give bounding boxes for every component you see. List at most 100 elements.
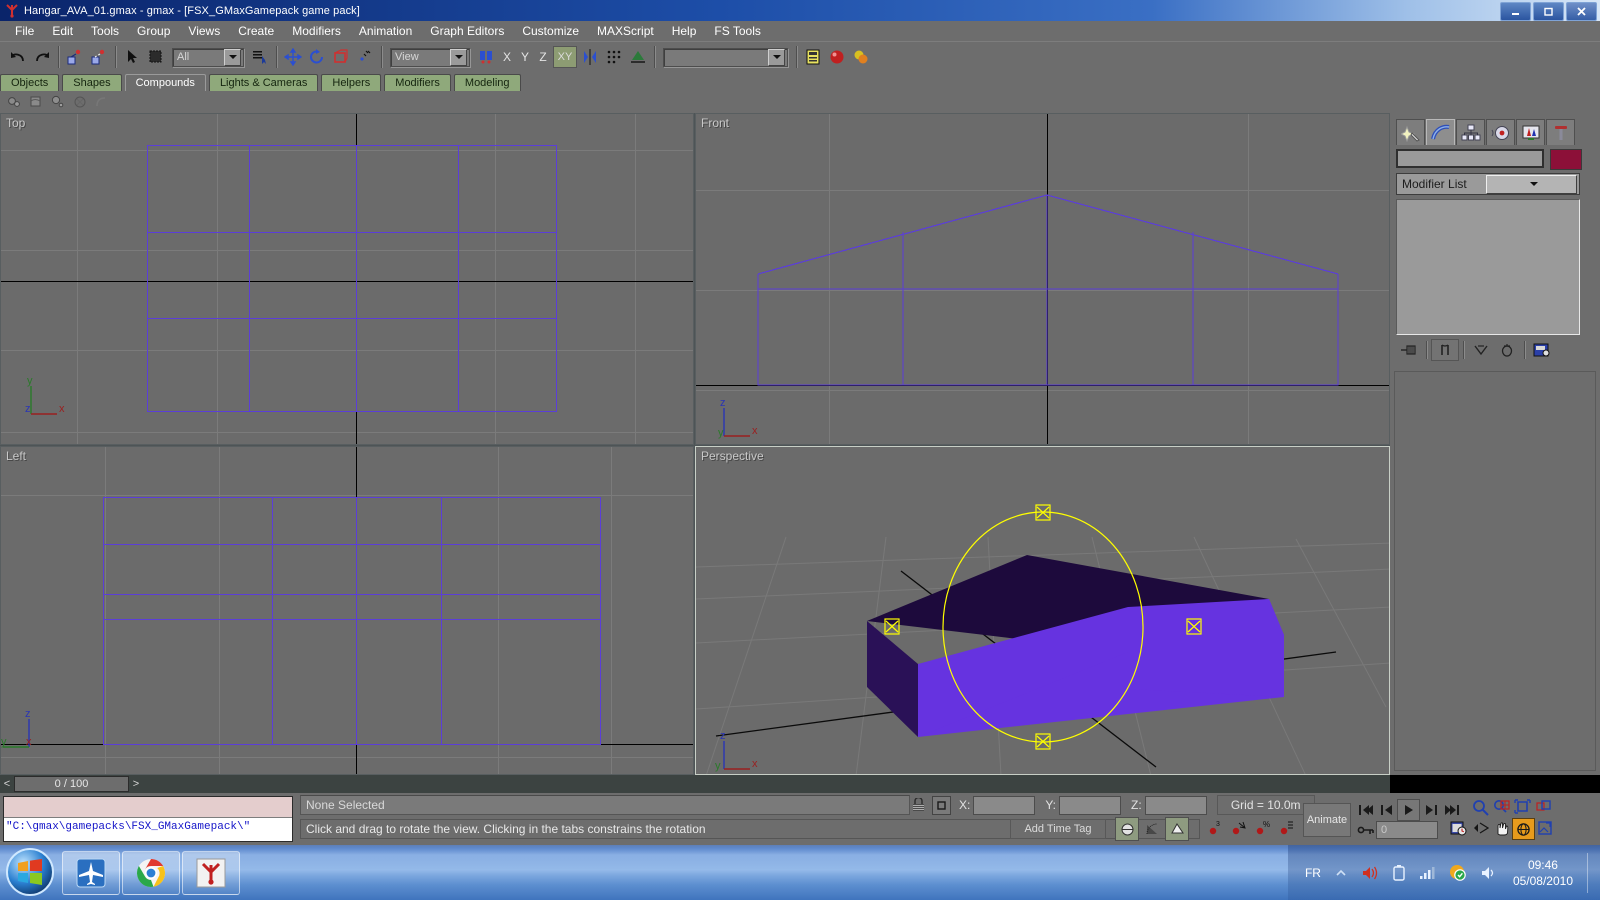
hierarchy-tab-icon[interactable] [1456, 119, 1485, 145]
tab-modeling[interactable]: Modeling [453, 74, 521, 91]
close-button[interactable] [1566, 2, 1597, 21]
security-shield-icon[interactable] [1449, 864, 1466, 881]
snap-toggle-icon[interactable] [1115, 817, 1139, 841]
menu-item-create[interactable]: Create [229, 22, 283, 40]
key-mode-toggle-icon[interactable] [1355, 820, 1376, 840]
zoom-extents-all-icon[interactable] [1533, 797, 1554, 817]
windows-start-orb[interactable] [6, 848, 54, 896]
angle-snap-icon[interactable] [1141, 818, 1163, 840]
use-pivot-point-center-icon[interactable] [354, 46, 376, 68]
percent-snap-icon[interactable] [1165, 817, 1189, 841]
scatter-icon[interactable] [48, 93, 68, 111]
named-selection-sets-combo[interactable] [663, 47, 788, 67]
create-tab-icon[interactable] [1396, 119, 1425, 145]
chevron-down-icon[interactable] [768, 48, 785, 66]
utilities-tab-icon[interactable] [1546, 119, 1575, 145]
pin-stack-icon[interactable] [1396, 340, 1422, 360]
undo-icon[interactable] [7, 46, 29, 68]
next-frame-icon[interactable] [1420, 800, 1441, 820]
time-slider-prev-button[interactable]: < [0, 776, 14, 792]
maxscript-mini-listener[interactable]: "C:\gmax\gamepacks\FSX_GMaxGamepack\" [3, 796, 293, 842]
menu-item-fs-tools[interactable]: FS Tools [705, 22, 769, 40]
select-region-icon[interactable] [145, 46, 167, 68]
make-unique-icon[interactable] [1468, 340, 1494, 360]
menu-item-animation[interactable]: Animation [350, 22, 421, 40]
min-max-toggle-icon[interactable] [1535, 818, 1556, 838]
select-and-link-icon[interactable] [64, 46, 86, 68]
time-slider[interactable]: < 0 / 100 > [0, 775, 1390, 793]
taskbar-item-gmax[interactable] [182, 851, 240, 895]
menu-item-edit[interactable]: Edit [43, 22, 82, 40]
restrict-to-z-button[interactable]: Z [534, 50, 552, 64]
tab-modifiers[interactable]: Modifiers [384, 74, 451, 91]
time-slider-thumb[interactable]: 0 / 100 [14, 776, 129, 792]
show-desktop-button[interactable] [1587, 852, 1598, 893]
mirror-selection-icon[interactable] [1227, 817, 1251, 839]
maximize-button[interactable] [1533, 2, 1564, 21]
remove-modifier-icon[interactable] [1494, 340, 1520, 360]
previous-frame-icon[interactable] [1376, 800, 1397, 820]
select-by-name-icon[interactable] [249, 46, 271, 68]
spinner-selection-icon[interactable] [1275, 817, 1299, 839]
battery-icon[interactable] [1393, 864, 1405, 881]
unlink-selection-icon[interactable] [88, 46, 110, 68]
time-configuration-icon[interactable] [1448, 818, 1469, 838]
viewport-left[interactable]: Left z y x [0, 446, 694, 775]
align-icon[interactable] [627, 46, 649, 68]
mirror-icon[interactable] [579, 46, 601, 68]
use-pivot-point-center-dropdown-icon[interactable] [475, 46, 497, 68]
speaker-icon[interactable] [1480, 865, 1496, 881]
tray-language[interactable]: FR [1305, 866, 1321, 880]
show-end-result-icon[interactable] [1431, 339, 1459, 361]
volume-red-icon[interactable] [1361, 865, 1379, 881]
taskbar-item-flight-simulator[interactable] [62, 851, 120, 895]
menu-item-group[interactable]: Group [128, 22, 179, 40]
restrict-to-y-button[interactable]: Y [516, 50, 534, 64]
percent-selection-icon[interactable]: % [1251, 817, 1275, 839]
absolute-relative-toggle-icon[interactable] [932, 795, 951, 815]
configure-sets-icon[interactable] [1529, 340, 1555, 360]
selection-lock-icon[interactable] [910, 796, 926, 814]
zoom-extents-icon[interactable] [1512, 797, 1533, 817]
menu-item-tools[interactable]: Tools [82, 22, 128, 40]
modifier-stack-list[interactable] [1396, 199, 1580, 335]
menu-item-views[interactable]: Views [179, 22, 229, 40]
listener-input-pane[interactable] [4, 797, 292, 818]
selection-filter-combo[interactable]: All [172, 47, 244, 67]
redo-icon[interactable] [31, 46, 53, 68]
animate-toggle-button[interactable]: Animate [1303, 803, 1351, 837]
object-name-field[interactable] [1396, 149, 1544, 168]
select-and-move-icon[interactable] [282, 46, 304, 68]
modify-tab-icon[interactable] [1426, 119, 1455, 145]
arc-rotate-icon[interactable] [1512, 818, 1535, 840]
shapemerge-icon[interactable] [92, 93, 112, 111]
modifier-list-dropdown[interactable]: Modifier List [1396, 173, 1580, 195]
x-coord-field[interactable] [973, 795, 1036, 815]
connect-icon[interactable] [70, 93, 90, 111]
restrict-to-xy-plane-button[interactable]: XY [553, 46, 577, 68]
tab-compounds[interactable]: Compounds [124, 74, 206, 91]
viewport-top[interactable]: Top y x z [0, 113, 694, 445]
pan-icon[interactable] [1491, 818, 1512, 838]
play-animation-icon[interactable] [1397, 799, 1420, 821]
zoom-all-icon[interactable] [1491, 797, 1512, 817]
menu-item-graph-editors[interactable]: Graph Editors [421, 22, 513, 40]
select-object-arrow-icon[interactable] [121, 46, 143, 68]
menu-item-maxscript[interactable]: MAXScript [588, 22, 663, 40]
network-signal-icon[interactable] [1419, 866, 1435, 880]
viewport-perspective[interactable]: Perspective z x y [695, 446, 1390, 775]
viewport-front[interactable]: Front z x y [695, 113, 1390, 445]
array-icon[interactable] [603, 46, 625, 68]
tab-lights-cameras[interactable]: Lights & Cameras [208, 74, 319, 91]
minimize-button[interactable] [1500, 2, 1531, 21]
tray-clock[interactable]: 09:46 05/08/2010 [1513, 857, 1573, 889]
render-scene-icon[interactable] [850, 46, 872, 68]
select-and-scale-icon[interactable] [330, 46, 352, 68]
menu-item-modifiers[interactable]: Modifiers [283, 22, 350, 40]
current-frame-field[interactable]: 0 [1376, 821, 1438, 839]
conform-icon[interactable] [26, 93, 46, 111]
zoom-icon[interactable] [1470, 797, 1491, 817]
go-to-end-icon[interactable] [1441, 800, 1462, 820]
chevron-down-icon[interactable] [450, 48, 467, 66]
y-coord-field[interactable] [1059, 795, 1122, 815]
